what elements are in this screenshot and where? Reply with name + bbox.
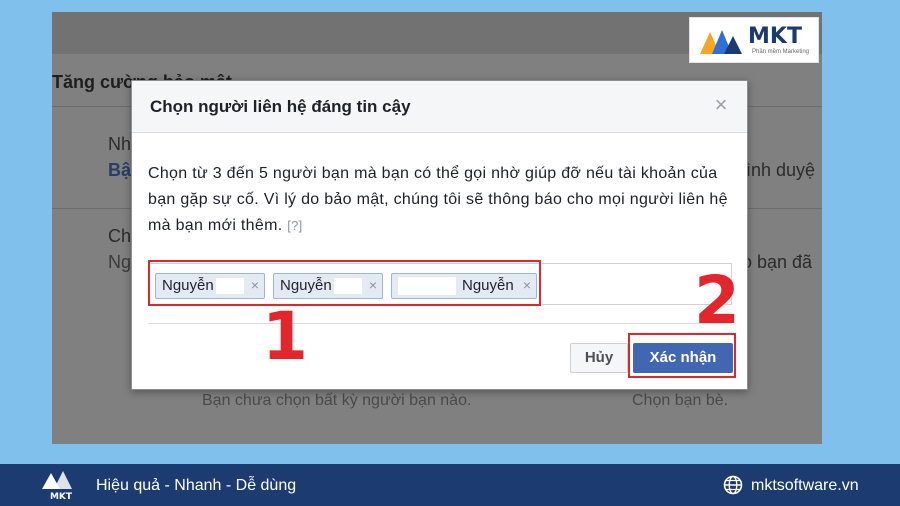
dialog-title: Chọn người liên hệ đáng tin cậy — [150, 97, 411, 116]
step-number-1: 1 — [262, 298, 308, 375]
help-link[interactable]: [?] — [287, 218, 302, 233]
row-2-desc: Ng — [108, 252, 132, 272]
globe-icon — [723, 475, 743, 495]
close-icon[interactable]: × — [709, 93, 733, 117]
choose-friends-link[interactable]: Chọn bạn bè. — [632, 392, 728, 410]
highlight-box-contacts — [148, 260, 541, 306]
description-text: Chọn từ 3 đến 5 người bạn mà bạn có thể … — [148, 165, 728, 234]
brand-logo: MKT Phần mềm Marketing — [689, 17, 819, 63]
cancel-button[interactable]: Hủy — [570, 343, 628, 373]
dialog-header: Chọn người liên hệ đáng tin cậy × — [132, 81, 747, 133]
highlight-box-confirm — [628, 333, 736, 378]
row-1-link[interactable]: Bậ — [108, 160, 131, 181]
row-1-label: Nh — [108, 134, 132, 154]
dialog-description: Chọn từ 3 đến 5 người bạn mà bạn có thể … — [148, 161, 738, 239]
row-1-right-text: rình duyệ — [740, 160, 816, 180]
logo-text: MKT — [748, 24, 802, 49]
website-link[interactable]: mktsoftware.vn — [751, 477, 859, 495]
mkt-logo-icon — [700, 30, 742, 54]
logo-subtext: Phần mềm Marketing — [752, 49, 810, 55]
tagline: Hiệu quả - Nhanh - Dễ dùng — [96, 477, 297, 494]
row-2-right-text: o bạn đã — [742, 252, 813, 272]
footer-logo: MKT — [40, 469, 82, 506]
footer-logo-text: MKT — [50, 492, 73, 501]
row-2-label: Ch — [108, 226, 132, 246]
step-number-2: 2 — [694, 262, 740, 339]
no-friends-text: Bạn chưa chọn bất kỳ người bạn nào. — [202, 392, 472, 409]
footer-bar: MKT Hiệu quả - Nhanh - Dễ dùng mktsoftwa… — [0, 464, 900, 506]
mkt-logo-icon: MKT — [42, 471, 73, 502]
footer-divider — [148, 323, 732, 324]
